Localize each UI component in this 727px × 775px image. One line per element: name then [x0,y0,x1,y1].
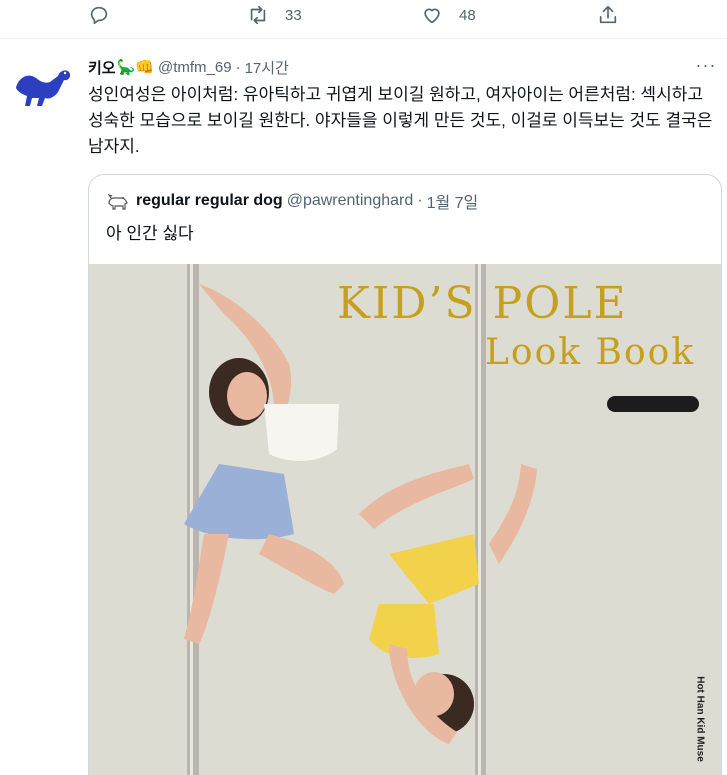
quoted-timestamp[interactable]: 1월 7일 [427,189,479,213]
separator-dot: · [417,192,423,209]
media-title-line2: Look Book [485,332,696,373]
retweet-icon [250,5,266,25]
divider [0,38,727,39]
tweet-text: 성인여성은 아이처럼: 유아틱하고 귀엽게 보이길 원하고, 여자아이는 어른처… [88,85,713,156]
separator-dot: · [235,58,241,76]
reply-icon [90,6,108,25]
retweet-count: 33 [285,6,302,24]
reply-button[interactable] [88,0,126,30]
media-watermark-text: Hot Han Kid Muse [694,676,706,762]
quoted-display-name[interactable]: regular regular dog [136,192,283,210]
quoted-tweet-header: regular regular dog @pawrentinghard · 1월… [106,189,478,213]
tweet-header: 키오 🦕👊 @tmfm_69 · 17시간 [88,56,289,78]
quoted-tweet[interactable]: regular regular dog @pawrentinghard · 1월… [88,174,722,775]
quoted-tweet-text: 아 인간 싫다 [106,224,194,243]
more-options-icon[interactable]: ··· [695,56,717,78]
media-watermark: Hot Han Kid Muse [692,659,708,775]
quoted-handle[interactable]: @pawrentinghard [287,192,414,210]
like-button[interactable]: 48 [421,0,476,30]
like-icon [424,8,440,24]
share-button[interactable] [597,0,635,30]
like-count: 48 [459,6,476,24]
timestamp[interactable]: 17시간 [245,57,289,78]
redaction-bar [607,396,699,412]
media-title-line1: KID’S POLE [337,278,628,329]
name-emoji: 🦕👊 [116,59,154,76]
display-name[interactable]: 키오 [88,57,116,78]
user-handle[interactable]: @tmfm_69 [158,59,232,76]
quoted-media-image[interactable]: KID’S POLE Look Book Hot Han Kid Muse [89,264,721,775]
retweet-button[interactable]: 33 [247,0,302,30]
tweet-action-bar: 33 48 [0,0,727,38]
share-icon [599,5,617,24]
quoted-avatar [106,189,130,213]
avatar[interactable] [12,62,72,110]
